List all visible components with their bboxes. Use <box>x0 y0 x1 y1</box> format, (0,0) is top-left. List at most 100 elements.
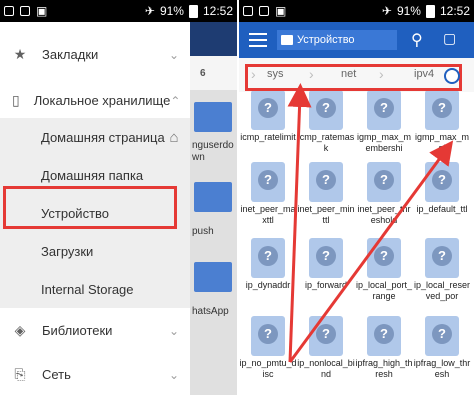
file-item[interactable]: ? inet_peer_minttl <box>297 162 355 240</box>
question-mark-icon: ? <box>316 98 336 118</box>
lock-icon: ▣ <box>36 4 48 18</box>
file-item[interactable]: ? ip_default_ttl <box>413 162 471 240</box>
background-file-list: 6 nguserdo wn push hatsApp <box>190 22 237 395</box>
drawer-item-internal-storage[interactable]: Internal Storage <box>0 270 190 308</box>
file-name: ipfrag_low_thresh <box>413 358 471 379</box>
question-mark-icon: ? <box>316 170 336 190</box>
drawer-item-local-storage[interactable]: ▯ Локальное хранилище ⌃ <box>0 82 190 119</box>
file-item[interactable]: ? ipfrag_high_thresh <box>355 316 413 394</box>
battery-icon <box>188 4 198 18</box>
question-mark-icon: ? <box>432 170 452 190</box>
file-item[interactable]: ? ip_no_pmtu_disc <box>239 316 297 394</box>
menu-icon[interactable] <box>249 33 267 47</box>
file-name: ip_default_ttl <box>416 204 468 214</box>
question-mark-icon: ? <box>258 246 278 266</box>
location-chip[interactable]: Устройство <box>277 30 397 50</box>
file-item[interactable]: ? ip_local_reserved_por <box>413 238 471 316</box>
file-item[interactable]: ? icmp_ratelimit <box>239 90 297 168</box>
left-screen: ▣ ✈ 91% 12:52 6 nguserdo wn push hatsApp… <box>0 0 237 395</box>
notification-icon <box>4 6 14 16</box>
question-mark-icon: ? <box>432 246 452 266</box>
file-name: ip_nonlocal_bind <box>297 358 355 379</box>
phone-icon: ▯ <box>12 92 20 108</box>
file-item[interactable]: ? igmp_max_membershi <box>355 90 413 168</box>
question-mark-icon: ? <box>316 246 336 266</box>
file-name: igmp_max_msf <box>414 132 470 153</box>
file-item[interactable]: ? ipfrag_low_thresh <box>413 316 471 394</box>
unknown-file-icon: ? <box>309 316 343 356</box>
folder-icon <box>194 102 232 132</box>
drawer-item-downloads[interactable]: Загрузки <box>0 232 190 270</box>
drawer-item-bookmarks[interactable]: ★ Закладки ⌄ <box>0 36 190 73</box>
app-bar: Устройство ⚲ ▢ <box>239 22 474 58</box>
file-name: icmp_ratelimit <box>240 132 296 142</box>
unknown-file-icon: ? <box>425 162 459 202</box>
file-name: ip_no_pmtu_disc <box>239 358 297 379</box>
layers-icon: ◈ <box>14 322 26 338</box>
file-item[interactable]: ? inet_peer_maxttl <box>239 162 297 240</box>
unknown-file-icon: ? <box>251 162 285 202</box>
network-icon: ⎘ <box>14 366 26 382</box>
folder-name: push <box>192 226 214 237</box>
drawer-item-libraries[interactable]: ◈ Библиотеки ⌄ <box>0 312 190 349</box>
file-name: icmp_ratemask <box>297 132 355 153</box>
highlight-box <box>245 64 462 91</box>
unknown-file-icon: ? <box>425 316 459 356</box>
unknown-file-icon: ? <box>367 162 401 202</box>
clock: 12:52 <box>439 4 470 18</box>
battery-percent: 91% <box>159 4 184 18</box>
file-item[interactable]: ? igmp_max_msf <box>413 90 471 168</box>
unknown-file-icon: ? <box>309 162 343 202</box>
question-mark-icon: ? <box>374 246 394 266</box>
drawer-item-home-page[interactable]: Домашняя страница ⌂ <box>0 118 190 156</box>
question-mark-icon: ? <box>374 98 394 118</box>
chevron-down-icon: ⌄ <box>168 323 180 338</box>
unknown-file-icon: ? <box>251 316 285 356</box>
file-name: inet_peer_threshold <box>357 204 411 225</box>
file-item[interactable]: ? ip_dynaddr <box>239 238 297 316</box>
notification-icon <box>243 6 253 16</box>
file-name: ipfrag_high_thresh <box>355 358 413 379</box>
file-item[interactable]: ? ip_local_port_range <box>355 238 413 316</box>
device-icon <box>281 35 293 45</box>
question-mark-icon: ? <box>258 170 278 190</box>
image-icon <box>20 6 30 16</box>
clock: 12:52 <box>202 4 233 18</box>
window-icon[interactable]: ▢ <box>443 30 456 47</box>
file-name: ip_local_port_range <box>355 280 413 301</box>
path-overflow-icon[interactable] <box>444 68 460 84</box>
file-name: ip_local_reserved_por <box>413 280 471 301</box>
folder-icon <box>194 182 232 212</box>
chevron-down-icon: ⌄ <box>168 47 180 62</box>
file-name: inet_peer_maxttl <box>240 204 296 225</box>
airplane-icon: ✈ <box>144 4 155 18</box>
unknown-file-icon: ? <box>367 90 401 130</box>
unknown-file-icon: ? <box>251 90 285 130</box>
file-item[interactable]: ? icmp_ratemask <box>297 90 355 168</box>
file-item[interactable]: ? ip_forward <box>297 238 355 316</box>
status-bar: ▣ ✈ 91% 12:52 <box>239 0 474 22</box>
chevron-down-icon: ⌄ <box>168 367 180 382</box>
question-mark-icon: ? <box>258 98 278 118</box>
file-name: ip_forward <box>304 280 348 290</box>
background-app-bar <box>190 22 237 56</box>
star-icon: ★ <box>13 46 27 62</box>
file-item[interactable]: ? inet_peer_threshold <box>355 162 413 240</box>
question-mark-icon: ? <box>258 324 278 344</box>
folder-name: nguserdo <box>192 140 234 151</box>
unknown-file-icon: ? <box>367 238 401 278</box>
status-bar: ▣ ✈ 91% 12:52 <box>0 0 237 22</box>
unknown-file-icon: ? <box>309 238 343 278</box>
airplane-icon: ✈ <box>381 4 392 18</box>
lock-icon: ▣ <box>275 4 287 18</box>
unknown-file-icon: ? <box>425 238 459 278</box>
unknown-file-icon: ? <box>251 238 285 278</box>
search-icon[interactable]: ⚲ <box>411 30 423 50</box>
image-icon <box>259 6 269 16</box>
app-title: Устройство <box>297 34 355 46</box>
question-mark-icon: ? <box>432 324 452 344</box>
file-item[interactable]: ? ip_nonlocal_bind <box>297 316 355 394</box>
folder-name: wn <box>192 152 205 163</box>
drawer-item-network[interactable]: ⎘ Сеть ⌄ <box>0 356 190 393</box>
highlight-box <box>3 186 177 229</box>
